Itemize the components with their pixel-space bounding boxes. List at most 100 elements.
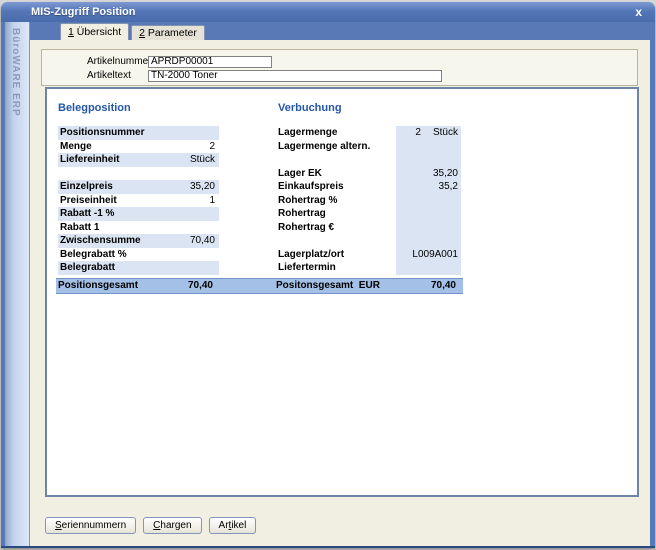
position-panel: Belegposition Verbuchung Positionsnummer… <box>45 87 639 497</box>
article-groupbox: Artikelnummer Artikeltext <box>41 49 638 86</box>
chargen-button[interactable]: Chargen <box>143 517 201 534</box>
left-label: Menge <box>60 140 92 154</box>
left-value: 1 <box>209 194 215 208</box>
position-row: Menge 2 Lagermenge altern. <box>58 140 465 154</box>
right-value: L009A001 <box>412 248 458 262</box>
total-right-cell: 70,40 <box>394 279 459 293</box>
total-right-value: 70,40 <box>431 279 456 293</box>
left-cell: Rabatt -1 % <box>58 207 219 221</box>
artikelnummer-label: Artikelnummer <box>87 56 148 67</box>
seriennummern-button[interactable]: Seriennummern <box>45 517 136 534</box>
column-gap <box>219 207 278 221</box>
column-gap <box>217 279 276 293</box>
btn-accel: S <box>55 520 62 531</box>
artikeltext-row: Artikeltext <box>87 69 637 82</box>
left-cell: Zwischensumme 70,40 <box>58 234 219 248</box>
right-value-cell: 35,2 <box>396 180 461 194</box>
left-label: Belegrabatt <box>60 261 115 275</box>
artikeltext-label: Artikeltext <box>87 70 148 81</box>
column-gap <box>219 261 278 275</box>
right-label: Rohertrag % <box>278 194 396 208</box>
column-gap <box>219 248 278 262</box>
artikelnummer-row: Artikelnummer <box>87 55 637 68</box>
position-row: Zwischensumme 70,40 <box>58 234 465 248</box>
left-label: Rabatt 1 <box>60 221 99 235</box>
verbuchung-header: Verbuchung <box>278 102 342 114</box>
window-body: BüroWARE ERP 1 Übersicht 2 Parameter Art… <box>1 22 655 546</box>
column-gap <box>219 221 278 235</box>
left-label: Preiseinheit <box>60 194 117 208</box>
column-gap <box>219 234 278 248</box>
left-label: Positionsnummer <box>60 126 144 140</box>
position-row: Liefereinheit Stück <box>58 153 465 167</box>
right-value-cell <box>396 207 461 221</box>
position-row: Belegrabatt Liefertermin <box>58 261 465 275</box>
right-value: 35,2 <box>439 180 458 194</box>
right-value: 2 <box>415 126 421 140</box>
total-band: Positionsgesamt 70,40 Positonsgesamt EUR… <box>56 278 463 294</box>
window-title: MIS-Zugriff Position <box>31 6 632 18</box>
column-gap <box>219 126 278 140</box>
artikel-button[interactable]: Artikel <box>209 517 257 534</box>
btn-text: eriennummern <box>62 520 126 531</box>
left-label: Liefereinheit <box>60 153 119 167</box>
btn-text: hargen <box>160 520 191 531</box>
belegposition-header: Belegposition <box>58 102 131 114</box>
column-gap <box>219 153 278 167</box>
right-value-cell <box>396 194 461 208</box>
left-cell: Einzelpreis 35,20 <box>58 180 219 194</box>
total-right-label: Positonsgesamt EUR <box>276 279 394 293</box>
button-bar: Seriennummern Chargen Artikel <box>45 517 256 534</box>
column-gap <box>219 180 278 194</box>
left-cell: Rabatt 1 <box>58 221 219 235</box>
column-gap <box>219 140 278 154</box>
right-value-cell <box>396 261 461 275</box>
tab-parameter[interactable]: 2 Parameter <box>131 25 205 40</box>
left-value: 70,40 <box>190 234 215 248</box>
tab-bar: 1 Übersicht 2 Parameter <box>30 22 650 40</box>
left-label: Rabatt -1 % <box>60 207 114 221</box>
right-label: Liefertermin <box>278 261 396 275</box>
position-row: Rabatt -1 % Rohertrag <box>58 207 465 221</box>
btn-text: Ar <box>219 520 229 531</box>
left-label: Zwischensumme <box>60 234 141 248</box>
left-cell <box>58 167 219 181</box>
right-value-cell: 2 Stück <box>396 126 461 140</box>
artikeltext-input[interactable] <box>148 70 442 82</box>
brand-sidebar: BüroWARE ERP <box>5 22 30 546</box>
left-cell: Positionsnummer <box>58 126 219 140</box>
close-icon[interactable]: x <box>632 6 645 18</box>
right-label: Lagermenge altern. <box>278 140 396 154</box>
left-cell: Preiseinheit 1 <box>58 194 219 208</box>
left-cell: Menge 2 <box>58 140 219 154</box>
total-left-cell: Positionsgesamt 70,40 <box>56 279 217 293</box>
right-label <box>278 153 396 167</box>
left-label: Einzelpreis <box>60 180 113 194</box>
column-gap <box>219 194 278 208</box>
left-cell: Belegrabatt <box>58 261 219 275</box>
total-left-value: 70,40 <box>188 279 213 293</box>
dialog-window: MIS-Zugriff Position x BüroWARE ERP 1 Üb… <box>1 2 655 548</box>
main-area: 1 Übersicht 2 Parameter Artikelnummer Ar… <box>30 22 650 546</box>
titlebar[interactable]: MIS-Zugriff Position x <box>1 2 655 22</box>
right-label: Einkaufspreis <box>278 180 396 194</box>
position-row: Belegrabatt % Lagerplatz/ort L009A001 <box>58 248 465 262</box>
tab-label: Übersicht <box>74 26 121 38</box>
right-value-cell: 35,20 <box>396 167 461 181</box>
btn-text: ikel <box>231 520 246 531</box>
column-gap <box>219 167 278 181</box>
right-value-cell: L009A001 <box>396 248 461 262</box>
tab-uebersicht[interactable]: 1 Übersicht <box>60 23 129 40</box>
rows-container: Positionsnummer Lagermenge 2 Stück Menge… <box>58 126 465 275</box>
right-value: 35,20 <box>433 167 458 181</box>
right-label: Rohertrag € <box>278 221 396 235</box>
position-row: Preiseinheit 1 Rohertrag % <box>58 194 465 208</box>
left-cell: Liefereinheit Stück <box>58 153 219 167</box>
position-row: Lager EK 35,20 <box>58 167 465 181</box>
left-label: Belegrabatt % <box>60 248 127 262</box>
brand-text: BüroWARE ERP <box>10 28 21 117</box>
right-unit: Stück <box>433 126 458 140</box>
artikelnummer-input[interactable] <box>148 56 272 68</box>
right-value-cell <box>396 140 461 154</box>
right-label: Lager EK <box>278 167 396 181</box>
